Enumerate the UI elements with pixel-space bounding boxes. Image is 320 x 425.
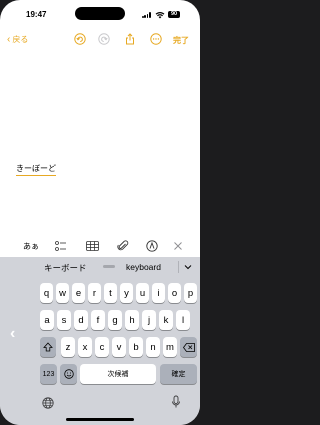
key-a[interactable]: a — [40, 310, 54, 330]
key-f[interactable]: f — [91, 310, 105, 330]
key-k[interactable]: k — [159, 310, 173, 330]
key-h[interactable]: h — [125, 310, 139, 330]
key-d[interactable]: d — [74, 310, 88, 330]
share-icon[interactable] — [124, 33, 136, 45]
close-toolbar-icon[interactable] — [173, 240, 183, 252]
key-l[interactable]: l — [176, 310, 190, 330]
key-e[interactable]: e — [72, 283, 85, 303]
candidate-romaji[interactable]: keyboard — [126, 262, 161, 272]
more-options-icon[interactable] — [150, 33, 162, 45]
back-label: 戻る — [12, 35, 29, 44]
key-v[interactable]: v — [112, 337, 126, 357]
key-z[interactable]: z — [61, 337, 75, 357]
keyboard: キーボード keyboard q w e r t y u i o p a s d… — [0, 257, 200, 425]
text-format-label: あぁ — [23, 241, 39, 251]
key-p[interactable]: p — [184, 283, 197, 303]
text-format-button[interactable]: あぁ — [22, 240, 40, 252]
redo-icon[interactable] — [98, 33, 110, 45]
key-i[interactable]: i — [152, 283, 165, 303]
microphone-icon[interactable] — [171, 395, 181, 409]
back-button[interactable]: ‹ 戻る — [7, 34, 28, 45]
notes-navigation-bar: ‹ 戻る 完了 — [0, 30, 200, 50]
phone-screen: 19:47 90 ‹ 戻る 完了 きーぼーど あぁ キーボード keyboard… — [0, 0, 200, 425]
next-candidate-space-key[interactable]: 次候補 — [80, 364, 156, 384]
key-g[interactable]: g — [108, 310, 122, 330]
done-button[interactable]: 完了 — [173, 35, 189, 46]
chevron-left-icon: ‹ — [7, 33, 11, 45]
dynamic-island — [75, 7, 125, 20]
key-u[interactable]: u — [136, 283, 149, 303]
key-s[interactable]: s — [57, 310, 71, 330]
attachment-icon[interactable] — [117, 240, 129, 252]
wifi-icon — [155, 12, 165, 19]
formatting-toolbar: あぁ — [0, 235, 200, 257]
cellular-signal-icon — [142, 12, 151, 18]
backspace-icon — [182, 342, 195, 352]
key-b[interactable]: b — [129, 337, 143, 357]
emoji-key[interactable] — [60, 364, 77, 384]
markup-icon[interactable] — [146, 240, 158, 252]
shift-arrow-icon — [43, 342, 53, 352]
globe-icon[interactable] — [42, 397, 54, 409]
candidate-katakana[interactable]: キーボード — [44, 262, 87, 274]
key-m[interactable]: m — [163, 337, 177, 357]
emoji-icon — [63, 369, 74, 379]
status-bar: 19:47 90 — [0, 0, 200, 26]
key-x[interactable]: x — [78, 337, 92, 357]
key-t[interactable]: t — [104, 283, 117, 303]
key-r[interactable]: r — [88, 283, 101, 303]
key-o[interactable]: o — [168, 283, 181, 303]
checklist-icon[interactable] — [55, 240, 67, 252]
home-indicator — [66, 418, 134, 421]
key-j[interactable]: j — [142, 310, 156, 330]
chevron-left-icon[interactable]: ‹ — [10, 326, 15, 342]
key-q[interactable]: q — [40, 283, 53, 303]
undo-icon[interactable] — [74, 33, 86, 45]
battery-level: 90 — [170, 11, 178, 17]
candidate-bar: キーボード keyboard — [0, 257, 200, 277]
key-w[interactable]: w — [56, 283, 69, 303]
expand-candidates-button[interactable] — [178, 261, 195, 273]
key-y[interactable]: y — [120, 283, 133, 303]
shift-key[interactable] — [40, 337, 56, 357]
candidate-divider — [103, 265, 115, 268]
note-text[interactable]: きーぼーど — [16, 163, 56, 176]
numbers-mode-key[interactable]: 123 — [40, 364, 57, 384]
status-time: 19:47 — [26, 10, 47, 19]
chevron-down-icon — [184, 265, 192, 270]
confirm-key[interactable]: 確定 — [160, 364, 197, 384]
key-c[interactable]: c — [95, 337, 109, 357]
delete-key[interactable] — [180, 337, 197, 357]
key-n[interactable]: n — [146, 337, 160, 357]
battery-indicator: 90 — [168, 11, 180, 18]
table-icon[interactable] — [86, 240, 99, 252]
